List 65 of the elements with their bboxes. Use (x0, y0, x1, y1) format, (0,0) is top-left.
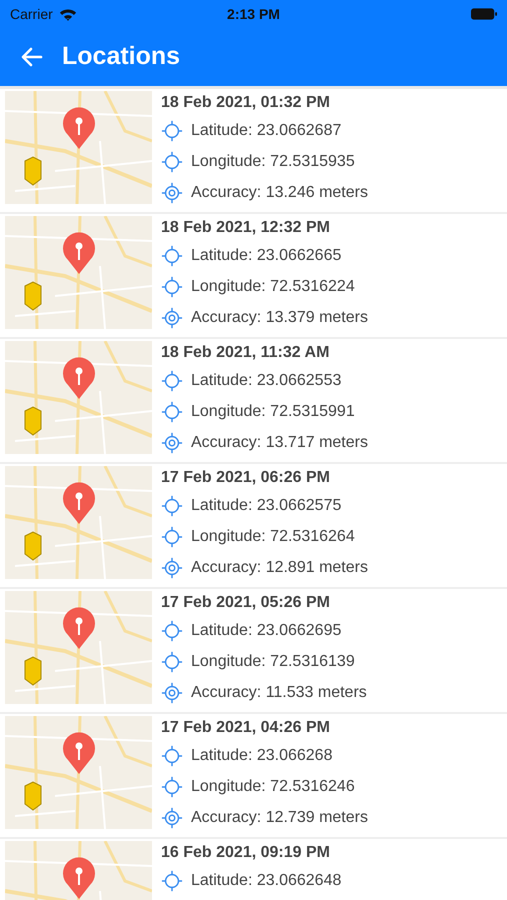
longitude-text: Longitude: 72.5315991 (191, 402, 355, 422)
crosshair-icon (161, 494, 183, 516)
location-time: 17 Feb 2021, 06:26 PM (161, 468, 331, 488)
location-time: 18 Feb 2021, 01:32 PM (161, 93, 331, 113)
page-title: Locations (62, 41, 180, 72)
accuracy-text: Accuracy: 12.739 meters (191, 808, 368, 828)
location-time: 18 Feb 2021, 11:32 AM (161, 343, 330, 363)
map-pin-icon (62, 232, 96, 274)
location-row[interactable]: 18 Feb 2021, 12:32 PM Latitude: 23.0662665 Longitude: 72.5316224 Accuracy: 13.379 meters (0, 214, 507, 339)
accuracy-text: Accuracy: 11.533 meters (191, 682, 367, 702)
crosshair-icon (161, 276, 183, 298)
location-row[interactable]: 17 Feb 2021, 05:26 PM Latitude: 23.0662695 Longitude: 72.5316139 Accuracy: 11.533 meters (0, 589, 507, 714)
location-time: 17 Feb 2021, 04:26 PM (161, 718, 331, 738)
crosshair-icon (161, 776, 183, 798)
crosshair-icon (161, 150, 183, 172)
accuracy-text: Accuracy: 13.246 meters (191, 182, 368, 202)
back-arrow-icon (20, 45, 44, 69)
location-row[interactable]: 18 Feb 2021, 11:32 AM Latitude: 23.0662553 Longitude: 72.5315991 Accuracy: 13.717 meters (0, 339, 507, 464)
crosshair-icon (161, 620, 183, 642)
crosshair-icon (161, 650, 183, 672)
crosshair-icon (161, 744, 183, 766)
crosshair-icon (161, 120, 183, 142)
clock-time: 2:13 PM (227, 4, 280, 24)
map-pin-icon (62, 607, 96, 649)
location-row[interactable]: 18 Feb 2021, 01:32 PM Latitude: 23.0662687 Longitude: 72.5315935 Accuracy: 13.246 meters (0, 89, 507, 214)
crosshair-icon (161, 244, 183, 266)
location-row[interactable]: 17 Feb 2021, 04:26 PM Latitude: 23.066268 Longitude: 72.5316246 Accuracy: 12.739 meters (0, 714, 507, 839)
location-time: 17 Feb 2021, 05:26 PM (161, 593, 331, 613)
map-pin-icon (62, 482, 96, 524)
longitude-text: Longitude: 72.5316264 (191, 526, 355, 546)
longitude-text: Longitude: 72.5315935 (191, 152, 355, 172)
location-row[interactable]: 17 Feb 2021, 06:26 PM Latitude: 23.0662575 Longitude: 72.5316264 Accuracy: 12.891 meters (0, 464, 507, 589)
latitude-text: Latitude: 23.0662575 (191, 496, 342, 516)
crosshair-icon (161, 526, 183, 548)
map-pin-icon (62, 357, 96, 399)
map-pin-icon (62, 107, 96, 149)
longitude-text: Longitude: 72.5316246 (191, 776, 355, 796)
wifi-icon (58, 8, 77, 20)
target-icon (161, 806, 183, 828)
location-time: 18 Feb 2021, 12:32 PM (161, 218, 331, 238)
latitude-text: Latitude: 23.0662553 (191, 370, 342, 390)
latitude-text: Latitude: 23.066268 (191, 746, 332, 766)
accuracy-text: Accuracy: 13.717 meters (191, 432, 368, 452)
latitude-text: Latitude: 23.0662665 (191, 246, 342, 266)
carrier-label: Carrier (10, 4, 53, 24)
latitude-text: Latitude: 23.0662687 (191, 120, 342, 140)
longitude-text: Longitude: 72.5316224 (191, 276, 355, 296)
map-pin-icon (62, 732, 96, 774)
battery-icon (471, 8, 497, 20)
accuracy-text: Accuracy: 12.891 meters (191, 558, 368, 578)
crosshair-icon (161, 370, 183, 392)
longitude-text: Longitude: 72.5316139 (191, 652, 355, 672)
latitude-text: Latitude: 23.0662695 (191, 620, 342, 640)
location-row[interactable]: 16 Feb 2021, 09:19 PM Latitude: 23.0662648 (0, 839, 507, 900)
target-icon (161, 682, 183, 704)
accuracy-text: Accuracy: 13.379 meters (191, 308, 368, 328)
crosshair-icon (161, 400, 183, 422)
target-icon (161, 432, 183, 454)
latitude-text: Latitude: 23.0662648 (191, 870, 342, 890)
crosshair-icon (161, 870, 183, 892)
target-icon (161, 556, 183, 578)
target-icon (161, 306, 183, 328)
location-time: 16 Feb 2021, 09:19 PM (161, 843, 331, 863)
target-icon (161, 182, 183, 204)
map-pin-icon (62, 857, 96, 899)
